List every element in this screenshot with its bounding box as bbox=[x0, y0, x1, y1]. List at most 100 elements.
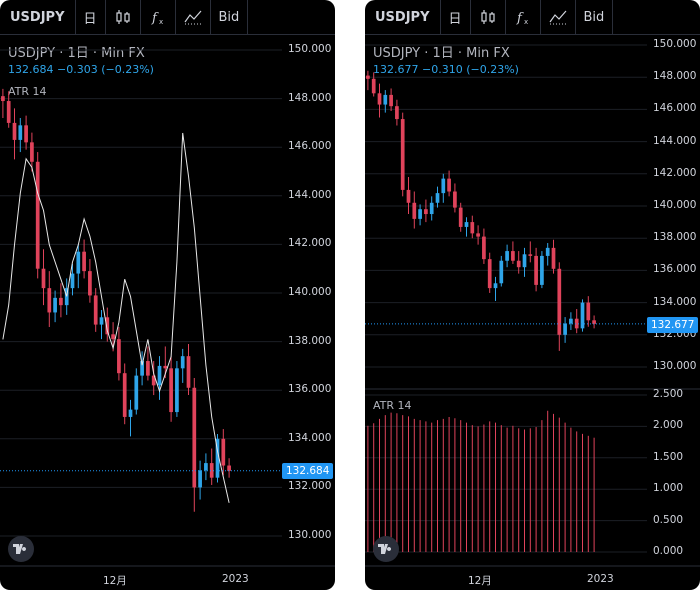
candle-body bbox=[482, 236, 486, 260]
candle-body bbox=[569, 318, 573, 324]
price-axis-label: 136.000 bbox=[653, 263, 697, 276]
candle-body bbox=[545, 247, 550, 256]
tradingview-logo-icon[interactable] bbox=[373, 536, 399, 562]
candle-body bbox=[99, 317, 104, 325]
candle-body bbox=[516, 260, 521, 268]
x-label-dec: 12月 bbox=[468, 575, 492, 587]
candle-body bbox=[204, 463, 208, 471]
candle-body bbox=[180, 356, 185, 369]
candle-body bbox=[458, 207, 463, 227]
candle-body bbox=[366, 75, 370, 79]
price-chart[interactable] bbox=[0, 0, 335, 590]
candle-body bbox=[134, 375, 139, 410]
x-label-dec: 12月 bbox=[103, 575, 127, 587]
price-axis-label: 144.000 bbox=[288, 188, 332, 201]
candle-body bbox=[580, 302, 585, 329]
atr-axis-label: 1.500 bbox=[653, 450, 684, 463]
candle-body bbox=[557, 268, 562, 335]
price-axis-label: 148.000 bbox=[653, 70, 697, 83]
candle-body bbox=[371, 78, 376, 94]
candle-body bbox=[418, 209, 422, 219]
candle-body bbox=[93, 295, 98, 325]
candle-body bbox=[47, 288, 52, 313]
candle-body bbox=[6, 101, 11, 123]
candle-body bbox=[163, 365, 168, 369]
price-axis-label: 138.000 bbox=[653, 231, 697, 244]
candle-body bbox=[400, 119, 405, 190]
price-axis-label: 146.000 bbox=[288, 140, 332, 153]
atr-axis-label: 0.000 bbox=[653, 545, 684, 557]
candle-body bbox=[389, 94, 393, 107]
candle-body bbox=[76, 251, 81, 274]
candle-body bbox=[435, 193, 440, 203]
price-axis-label: 140.000 bbox=[288, 286, 332, 298]
candle-body bbox=[82, 251, 86, 272]
candle-body bbox=[41, 268, 46, 289]
candle-body bbox=[221, 438, 226, 466]
price-axis-label: 146.000 bbox=[653, 102, 697, 115]
candle-body bbox=[412, 202, 417, 219]
candle-body bbox=[528, 254, 533, 256]
candle-body bbox=[406, 189, 411, 203]
price-axis-label: 148.000 bbox=[288, 91, 332, 104]
candle-body bbox=[227, 465, 231, 471]
candle-body bbox=[476, 233, 480, 237]
candle-body bbox=[429, 202, 434, 215]
candle-body bbox=[499, 260, 504, 284]
price-axis-label: 144.000 bbox=[653, 134, 697, 147]
candle-body bbox=[592, 320, 596, 324]
price-axis-label: 136.000 bbox=[288, 383, 332, 396]
candle-body bbox=[146, 361, 150, 376]
candle-body bbox=[128, 409, 133, 417]
candle-body bbox=[117, 339, 121, 374]
x-label-2023: 2023 bbox=[587, 573, 614, 585]
candle-body bbox=[586, 302, 591, 321]
candle-body bbox=[505, 251, 509, 261]
candle-body bbox=[186, 356, 191, 388]
candle-body bbox=[1, 96, 5, 102]
price-axis-label: 132.000 bbox=[288, 480, 332, 493]
candle-body bbox=[192, 387, 197, 488]
candle-body bbox=[383, 94, 388, 105]
candle-body bbox=[511, 251, 515, 261]
price-axis-label: 142.000 bbox=[288, 237, 332, 250]
chart-panel-right[interactable]: USDJPY 日 fx Bid USDJPY · 1日 · Min FX 132… bbox=[365, 0, 700, 590]
candle-body bbox=[70, 273, 75, 289]
candle-body bbox=[111, 334, 115, 340]
tradingview-logo-icon[interactable] bbox=[8, 536, 34, 562]
candle-body bbox=[540, 255, 544, 285]
atr-axis-label: 1.000 bbox=[653, 482, 684, 495]
candle-body bbox=[175, 368, 179, 413]
price-axis-label: 138.000 bbox=[288, 334, 332, 347]
candle-body bbox=[534, 255, 538, 285]
candle-body bbox=[122, 373, 127, 417]
candle-body bbox=[441, 178, 446, 194]
atr-axis-label: 0.500 bbox=[653, 513, 684, 526]
candle-body bbox=[551, 247, 556, 269]
candle-body bbox=[18, 125, 23, 140]
candle-body bbox=[59, 297, 63, 306]
candle-body bbox=[53, 297, 57, 313]
candle-body bbox=[493, 283, 498, 289]
candle-body bbox=[157, 365, 162, 386]
price-axis-label: 150.000 bbox=[288, 43, 332, 55]
candle-body bbox=[522, 254, 527, 268]
price-axis-label: 140.000 bbox=[653, 199, 697, 211]
candle-body bbox=[12, 122, 17, 140]
candle-body bbox=[563, 323, 567, 335]
price-axis-label: 130.000 bbox=[288, 529, 332, 541]
last-price-tag: 132.684 bbox=[282, 463, 334, 479]
price-chart[interactable] bbox=[365, 0, 700, 590]
atr-axis-label: 2.000 bbox=[653, 419, 684, 432]
candle-body bbox=[88, 271, 92, 296]
candle-body bbox=[424, 209, 428, 215]
candle-body bbox=[24, 125, 28, 143]
candle-body bbox=[377, 93, 382, 105]
candle-body bbox=[395, 106, 399, 120]
candle-body bbox=[453, 191, 457, 208]
chart-panel-left[interactable]: USDJPY 日 fx Bid USDJPY · 1日 · Min FX 132… bbox=[0, 0, 335, 590]
candle-body bbox=[169, 368, 173, 413]
price-axis-label: 130.000 bbox=[653, 360, 697, 372]
candle-body bbox=[470, 222, 475, 234]
x-label-2023: 2023 bbox=[222, 573, 249, 585]
